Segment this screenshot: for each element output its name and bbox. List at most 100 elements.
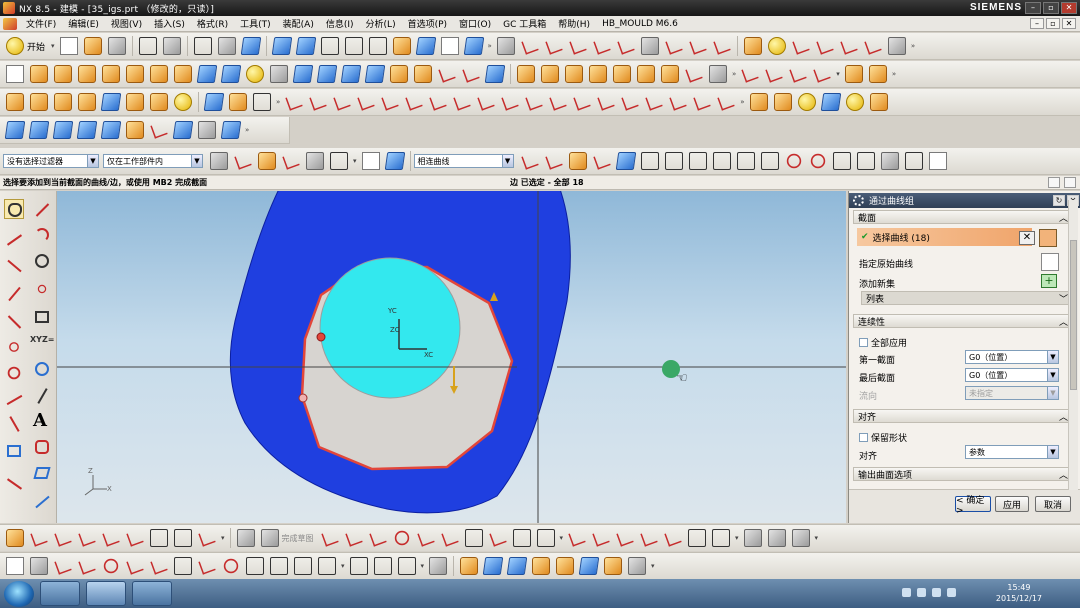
select-curve-row[interactable]: ✔ 选择曲线 (18) bbox=[857, 228, 1032, 246]
bend-icon[interactable] bbox=[405, 93, 423, 111]
wcs-dynamic-icon[interactable] bbox=[569, 37, 587, 55]
select-all-icon[interactable] bbox=[234, 152, 252, 170]
feature-face-icon[interactable] bbox=[604, 557, 623, 575]
rib-icon[interactable] bbox=[220, 65, 242, 83]
x-size-icon[interactable] bbox=[309, 93, 327, 111]
corner-sketch-icon[interactable] bbox=[174, 529, 192, 547]
mirror-icon[interactable] bbox=[438, 65, 456, 83]
smooth-poles-icon[interactable] bbox=[573, 93, 591, 111]
replace-face-icon[interactable] bbox=[820, 93, 841, 111]
shell-icon[interactable] bbox=[685, 65, 703, 83]
pattern-icon[interactable] bbox=[414, 65, 432, 83]
studio-spline-icon[interactable] bbox=[54, 529, 72, 547]
point-on-face-snap-icon[interactable] bbox=[880, 152, 899, 170]
taskbar-folder-icon[interactable] bbox=[132, 581, 172, 606]
menu-preferences[interactable]: 首选项(P) bbox=[402, 17, 453, 30]
datum-csys-icon[interactable] bbox=[462, 65, 480, 83]
doc-minimize-button[interactable]: – bbox=[1030, 18, 1044, 29]
offset-face-icon[interactable] bbox=[844, 65, 863, 83]
make-corner-sketch-icon[interactable] bbox=[616, 529, 634, 547]
circle-tool-icon[interactable] bbox=[32, 251, 52, 271]
change-degree-icon[interactable] bbox=[501, 93, 519, 111]
bounded-grid-snap-icon[interactable] bbox=[904, 152, 923, 170]
existing-point-snap-icon[interactable] bbox=[832, 152, 851, 170]
line-icon[interactable] bbox=[741, 65, 759, 83]
snap-point-icon[interactable] bbox=[258, 152, 276, 170]
law-extension-icon[interactable] bbox=[220, 121, 242, 139]
new-sketch-icon[interactable] bbox=[6, 557, 24, 575]
curve-rectangle-icon[interactable] bbox=[174, 557, 192, 575]
feature-sheet-icon[interactable] bbox=[578, 557, 600, 575]
restore-button[interactable]: ▫ bbox=[1043, 2, 1059, 14]
blend-icon[interactable] bbox=[717, 93, 735, 111]
apply-button[interactable]: 应用 bbox=[995, 496, 1029, 512]
thicken-icon[interactable] bbox=[773, 93, 792, 111]
feature-datum-icon[interactable] bbox=[482, 557, 504, 575]
pad-icon[interactable] bbox=[150, 65, 168, 83]
view-orient-icon[interactable] bbox=[240, 37, 261, 55]
tray-volume-icon[interactable] bbox=[917, 588, 926, 597]
continuity-group-header[interactable]: 连续性 ︿ bbox=[853, 314, 1073, 328]
curve-plus-icon[interactable] bbox=[246, 557, 264, 575]
add-set-icon[interactable]: + bbox=[1041, 274, 1057, 288]
open-folder-icon[interactable] bbox=[83, 37, 102, 55]
curve-info-icon[interactable] bbox=[429, 557, 448, 575]
n-sided-icon[interactable] bbox=[126, 93, 144, 111]
global-shaping-icon[interactable] bbox=[381, 93, 399, 111]
apply-all-checkbox[interactable] bbox=[859, 338, 868, 347]
xform-icon[interactable] bbox=[285, 93, 303, 111]
ok-button[interactable]: < 确定 > bbox=[955, 496, 991, 516]
trim-body-icon[interactable] bbox=[589, 65, 607, 83]
reset-icon[interactable]: ↻ bbox=[1053, 195, 1065, 206]
swept-icon[interactable] bbox=[78, 93, 96, 111]
dialog-scrollbar[interactable] bbox=[1068, 200, 1078, 490]
sketch-dimension-icon[interactable] bbox=[6, 529, 24, 547]
background-icon[interactable] bbox=[440, 37, 459, 55]
edge-symmetry-icon[interactable] bbox=[357, 93, 375, 111]
conic-icon[interactable] bbox=[126, 529, 144, 547]
derived-line-icon[interactable] bbox=[4, 255, 24, 275]
move-handle-icon[interactable] bbox=[640, 152, 659, 170]
enlarge-icon[interactable] bbox=[621, 93, 639, 111]
scroll-thumb[interactable] bbox=[1070, 240, 1077, 390]
menu-gc-toolkit[interactable]: GC 工具箱 bbox=[497, 17, 552, 30]
show-icon[interactable] bbox=[840, 37, 858, 55]
deselect-curve-button[interactable]: ✕ bbox=[1019, 231, 1035, 245]
curve-arc2-icon[interactable] bbox=[126, 557, 144, 575]
taskbar-nx-icon[interactable] bbox=[86, 581, 126, 606]
trim-tool-icon[interactable] bbox=[4, 311, 24, 331]
start-icon[interactable] bbox=[6, 37, 24, 55]
profile-sketch-icon[interactable] bbox=[30, 529, 48, 547]
offset-curve-icon[interactable] bbox=[4, 389, 24, 409]
extension-icon[interactable] bbox=[203, 93, 225, 111]
fit-curve-icon[interactable] bbox=[78, 529, 96, 547]
match-edge-icon[interactable] bbox=[333, 93, 351, 111]
change-stiffness-icon[interactable] bbox=[525, 93, 543, 111]
object-display-icon[interactable] bbox=[887, 37, 906, 55]
thread-icon[interactable] bbox=[364, 65, 386, 83]
apply-all-checkbox-row[interactable]: 全部应用 bbox=[859, 336, 907, 349]
change-yc-icon[interactable] bbox=[713, 37, 731, 55]
transition-icon[interactable] bbox=[172, 121, 194, 139]
menu-information[interactable]: 信息(I) bbox=[320, 17, 360, 30]
tray-keyboard-icon[interactable] bbox=[947, 588, 956, 597]
corner-tool-icon[interactable] bbox=[4, 363, 24, 383]
show-hide-icon[interactable] bbox=[792, 37, 810, 55]
matching-icon[interactable] bbox=[693, 93, 711, 111]
fill-surface-icon[interactable] bbox=[174, 93, 192, 111]
curve-spline-icon[interactable] bbox=[318, 557, 336, 575]
render-style-icon[interactable] bbox=[217, 37, 236, 55]
sketch-profile-icon[interactable] bbox=[368, 529, 387, 547]
output-options-header[interactable]: 输出曲面选项 ︿ bbox=[853, 467, 1073, 481]
xyz-constructor-icon[interactable]: XYZ= bbox=[30, 331, 54, 351]
project-curve-icon[interactable] bbox=[32, 491, 52, 511]
point-constructor-icon[interactable] bbox=[282, 152, 300, 170]
drag-handle-icon[interactable] bbox=[664, 152, 683, 170]
text-tool-icon[interactable]: A bbox=[32, 410, 52, 431]
iso-view-icon[interactable] bbox=[368, 37, 387, 55]
menu-hb-mould[interactable]: HB_MOULD M6.6 bbox=[596, 19, 684, 29]
fit-view-icon[interactable] bbox=[193, 37, 212, 55]
show-constraints-icon[interactable] bbox=[767, 529, 786, 547]
sketch-constraints-icon[interactable] bbox=[743, 529, 762, 547]
grid-icon[interactable] bbox=[928, 152, 947, 170]
